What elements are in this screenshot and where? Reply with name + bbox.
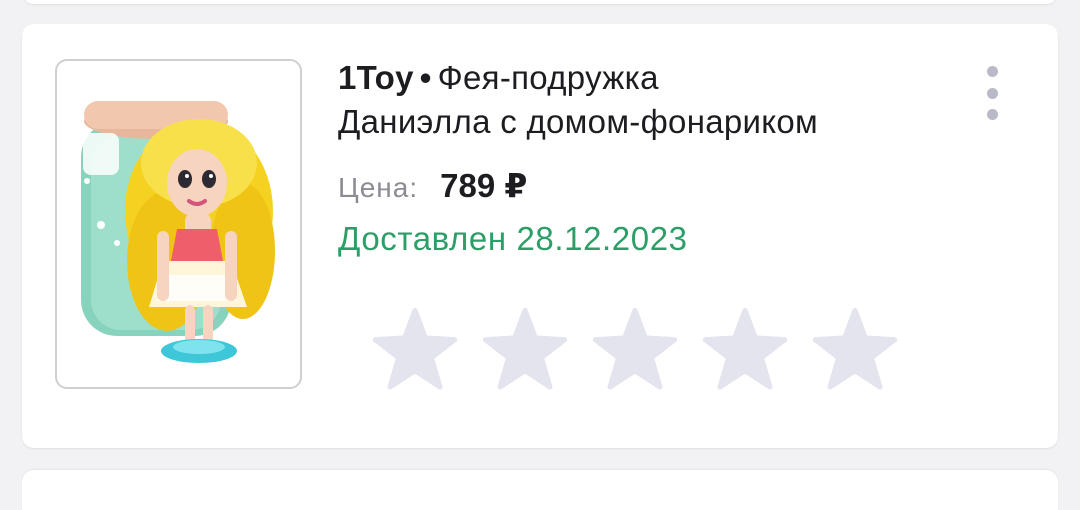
star-icon[interactable] — [812, 307, 898, 393]
more-vertical-icon-dot — [986, 109, 998, 120]
brand-separator: • — [419, 59, 432, 96]
more-options-button[interactable] — [978, 66, 1006, 120]
next-order-card — [22, 470, 1058, 510]
rating-stars[interactable] — [372, 307, 898, 393]
product-title[interactable]: 1Toy • Фея-подружка Даниэлла с домом-фонар… — [338, 56, 958, 144]
brand-name: 1Toy — [338, 59, 414, 96]
more-vertical-icon-dot — [986, 87, 998, 99]
price-value: 789 ₽ — [440, 167, 528, 204]
star-icon[interactable] — [702, 307, 788, 393]
product-image[interactable] — [55, 59, 302, 389]
product-name-line1: Фея-подружка — [437, 59, 659, 96]
delivery-status: Доставлен 28.12.2023 — [338, 220, 688, 257]
price-label: Цена: — [338, 172, 419, 203]
product-name-line2: Даниэлла с домом-фонариком — [338, 103, 819, 140]
star-icon[interactable] — [482, 307, 568, 393]
star-icon[interactable] — [592, 307, 678, 393]
previous-order-card — [22, 0, 1058, 4]
price-row: Цена: 789 ₽ — [338, 166, 527, 206]
star-icon[interactable] — [372, 307, 458, 393]
more-vertical-icon — [986, 66, 998, 77]
order-item-card[interactable]: 1Toy • Фея-подружка Даниэлла с домом-фонар… — [22, 24, 1058, 448]
